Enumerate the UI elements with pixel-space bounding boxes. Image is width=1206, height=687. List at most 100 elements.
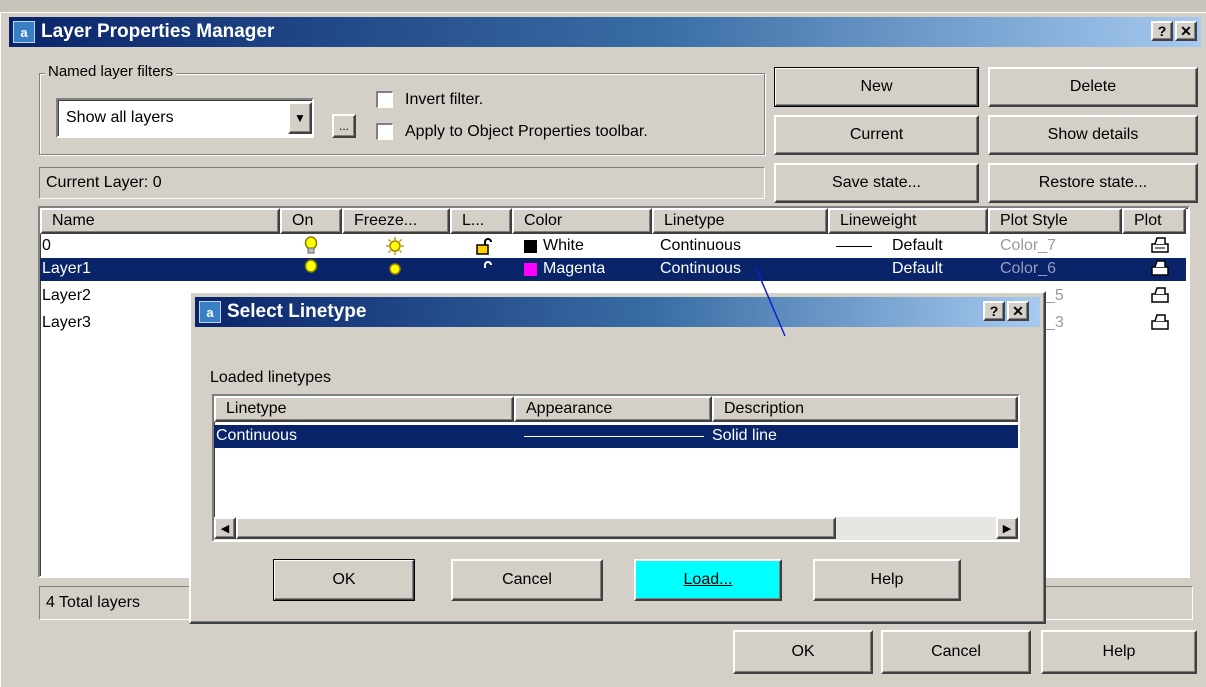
horizontal-scrollbar[interactable]: ◀ ▶	[214, 517, 1018, 540]
printer-icon[interactable]	[1150, 235, 1170, 257]
color-name: White	[543, 237, 584, 254]
linetype-description: Solid line	[712, 427, 777, 444]
main-cancel-button[interactable]: Cancel	[881, 630, 1031, 674]
save-state-button[interactable]: Save state...	[774, 163, 979, 203]
main-titlebar[interactable]: a Layer Properties Manager	[9, 17, 1201, 47]
color-swatch-box	[524, 239, 537, 253]
col-header-lineweight[interactable]: Lineweight	[828, 208, 988, 234]
scroll-left-button[interactable]: ◀	[214, 517, 236, 539]
dialog-ok-button[interactable]: OK	[273, 559, 415, 601]
main-help-button[interactable]: ?	[1151, 21, 1173, 41]
current-layer-text: Current Layer: 0	[46, 174, 162, 191]
color-swatch-box	[524, 262, 537, 276]
lightbulb-on-icon[interactable]	[304, 235, 318, 257]
dialog-titlebar[interactable]: a Select Linetype	[195, 297, 1040, 327]
annotation-pointer-line	[755, 267, 786, 337]
plot-style-cell[interactable]: Color_6	[1000, 258, 1056, 280]
current-button[interactable]: Current	[774, 115, 979, 155]
col-header-linetype[interactable]: Linetype	[214, 396, 514, 422]
total-layers-status: 4 Total layers	[39, 586, 199, 620]
invert-filter-checkbox[interactable]	[376, 91, 393, 108]
restore-state-button[interactable]: Restore state...	[988, 163, 1198, 203]
linetype-name: Continuous	[216, 427, 297, 444]
col-header-appearance[interactable]: Appearance	[514, 396, 712, 422]
printer-icon[interactable]	[1150, 258, 1170, 280]
layer-row-selected[interactable]: Layer1 Magenta Continuous Default Color_…	[40, 258, 1186, 281]
lineweight-cell[interactable]: Default	[836, 235, 943, 257]
unlocked-padlock-icon[interactable]	[476, 258, 494, 280]
dialog-load-button[interactable]: Load...	[634, 559, 782, 601]
named-layer-filters-legend: Named layer filters	[45, 63, 177, 80]
printer-icon[interactable]	[1150, 285, 1170, 307]
layer-list-header: Name On Freeze... L... Color Linetype Li…	[40, 208, 1186, 234]
col-header-freeze[interactable]: Freeze...	[342, 208, 450, 234]
dropdown-arrow-button[interactable]: ▼	[288, 102, 312, 134]
linetype-row-selected[interactable]: Continuous Solid line	[214, 425, 1018, 448]
total-layers-text: 4 Total layers	[46, 594, 140, 611]
dialog-app-icon: a	[199, 301, 221, 323]
loaded-linetypes-label: Loaded linetypes	[210, 369, 331, 386]
main-help-bottom-button[interactable]: Help	[1041, 630, 1197, 674]
desktop-strip	[0, 0, 1206, 12]
app-icon: a	[13, 21, 35, 43]
sun-thaw-icon[interactable]	[386, 235, 404, 257]
plot-style-cell[interactable]: _3	[1046, 312, 1064, 334]
arrow-right-icon: ▶	[1002, 522, 1012, 535]
main-close-button[interactable]: ✕	[1175, 21, 1197, 41]
scroll-thumb[interactable]	[236, 517, 836, 539]
main-ok-button[interactable]: OK	[733, 630, 873, 674]
layer-row[interactable]: 0 White Continuous Default Color_7	[40, 235, 1186, 258]
color-swatch[interactable]: Magenta	[524, 258, 605, 280]
lineweight-value: Default	[892, 237, 943, 254]
col-header-name[interactable]: Name	[40, 208, 280, 234]
unlocked-padlock-icon[interactable]	[476, 235, 494, 257]
dialog-cancel-button[interactable]: Cancel	[451, 559, 603, 601]
dialog-close-button[interactable]: ✕	[1007, 301, 1029, 321]
select-linetype-dialog: a Select Linetype ? ✕ Loaded linetypes L…	[189, 291, 1046, 624]
show-details-button[interactable]: Show details	[988, 115, 1198, 155]
dialog-help-button-bottom[interactable]: Help	[813, 559, 961, 601]
col-header-description[interactable]: Description	[712, 396, 1018, 422]
current-layer-field: Current Layer: 0	[39, 167, 765, 199]
plot-style-cell[interactable]: _5	[1046, 285, 1064, 307]
lineweight-line	[836, 245, 872, 247]
layer-filter-dropdown[interactable]: Show all layers	[56, 98, 314, 138]
col-header-plot-style[interactable]: Plot Style	[988, 208, 1122, 234]
scroll-right-button[interactable]: ▶	[996, 517, 1018, 539]
layer-filter-value: Show all layers	[66, 109, 174, 126]
col-header-color[interactable]: Color	[512, 208, 652, 234]
chevron-down-icon: ▼	[294, 111, 306, 125]
color-name: Magenta	[543, 260, 606, 277]
appearance-line	[524, 436, 704, 437]
col-header-lock[interactable]: L...	[450, 208, 512, 234]
sun-thaw-icon[interactable]	[386, 258, 404, 280]
arrow-left-icon: ◀	[220, 522, 230, 535]
printer-icon[interactable]	[1150, 312, 1170, 334]
layer-name: 0	[42, 237, 51, 254]
invert-filter-label[interactable]: Invert filter.	[405, 91, 483, 109]
layer-name: Layer1	[42, 260, 91, 277]
color-swatch[interactable]: White	[524, 235, 584, 257]
new-button[interactable]: New	[774, 67, 979, 107]
apply-toolbar-checkbox[interactable]	[376, 123, 393, 140]
linetype-list-header: Linetype Appearance Description	[214, 396, 1018, 422]
main-title: Layer Properties Manager	[41, 21, 275, 42]
linetype-cell[interactable]: Continuous	[660, 258, 741, 280]
col-header-on[interactable]: On	[280, 208, 342, 234]
plot-style-cell[interactable]: Color_7	[1000, 235, 1056, 257]
layer-name: Layer3	[42, 314, 91, 331]
linetype-cell[interactable]: Continuous	[660, 235, 741, 257]
linetype-list[interactable]: Linetype Appearance Description Continuo…	[212, 394, 1020, 542]
col-header-linetype[interactable]: Linetype	[652, 208, 828, 234]
status-bar-right	[1041, 586, 1193, 620]
apply-toolbar-label[interactable]: Apply to Object Properties toolbar.	[405, 123, 648, 141]
dialog-help-button[interactable]: ?	[983, 301, 1005, 321]
col-header-plot[interactable]: Plot	[1122, 208, 1186, 234]
layer-name: Layer2	[42, 287, 91, 304]
lineweight-cell[interactable]: Default	[892, 258, 943, 280]
delete-button[interactable]: Delete	[988, 67, 1198, 107]
lightbulb-on-icon[interactable]	[304, 258, 318, 280]
dialog-title: Select Linetype	[227, 301, 367, 322]
load-label: Load...	[683, 571, 733, 588]
filter-browse-button[interactable]: ...	[332, 114, 356, 138]
